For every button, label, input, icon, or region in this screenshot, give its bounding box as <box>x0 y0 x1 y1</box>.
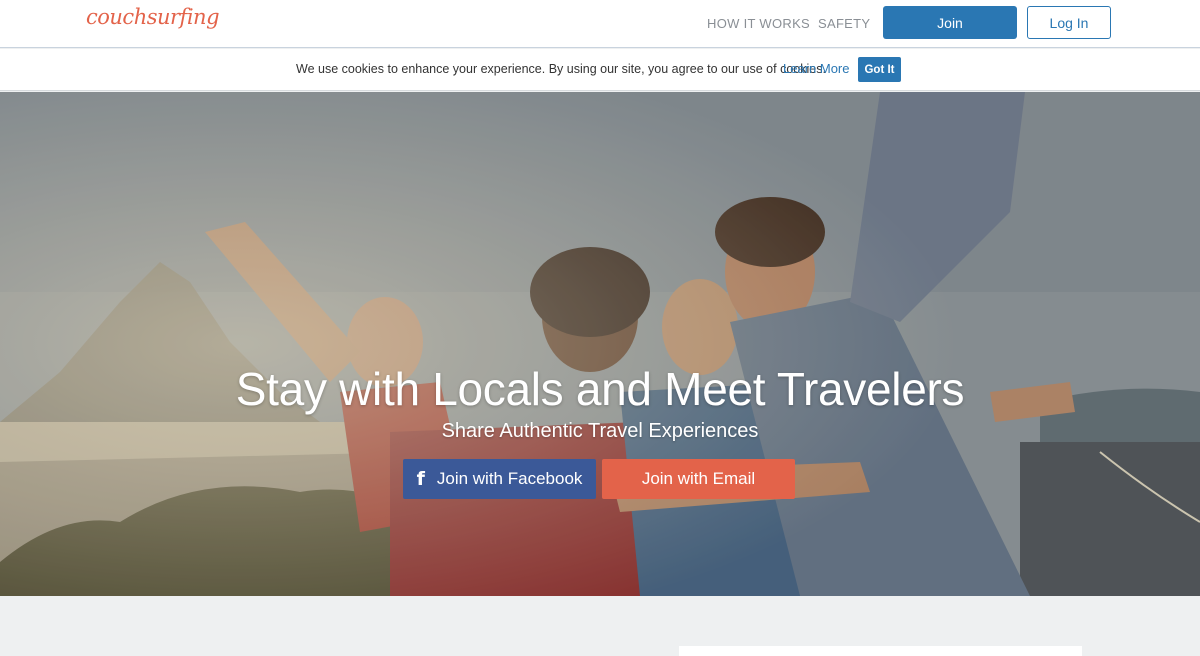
got-it-button[interactable]: Got It <box>858 57 901 82</box>
nav-how-it-works[interactable]: HOW IT WORKS <box>707 16 810 31</box>
join-with-facebook-button[interactable]: f Join with Facebook <box>403 459 596 499</box>
hero-background-image <box>0 92 1200 596</box>
hero-title: Stay with Locals and Meet Travelers <box>235 363 965 415</box>
login-button[interactable]: Log In <box>1027 6 1111 39</box>
join-with-facebook-label: Join with Facebook <box>436 469 583 488</box>
cookie-banner: We use cookies to enhance your experienc… <box>0 49 1200 91</box>
couchsurfing-logo[interactable]: couchsurfing <box>86 5 220 29</box>
top-header: couchsurfing HOW IT WORKS SAFETY Join Lo… <box>0 0 1200 48</box>
content-card <box>679 646 1082 656</box>
join-button[interactable]: Join <box>883 6 1017 39</box>
facebook-icon: f <box>416 468 425 490</box>
hero-subtitle: Share Authentic Travel Experiences <box>441 420 759 442</box>
nav-safety[interactable]: SAFETY <box>818 16 870 31</box>
learn-more-link[interactable]: Learn More <box>783 61 849 76</box>
hero-section: Stay with Locals and Meet Travelers Shar… <box>0 92 1200 596</box>
lower-section <box>0 596 1200 656</box>
cookie-message: We use cookies to enhance your experienc… <box>296 62 826 76</box>
join-with-email-button[interactable]: Join with Email <box>602 459 795 499</box>
